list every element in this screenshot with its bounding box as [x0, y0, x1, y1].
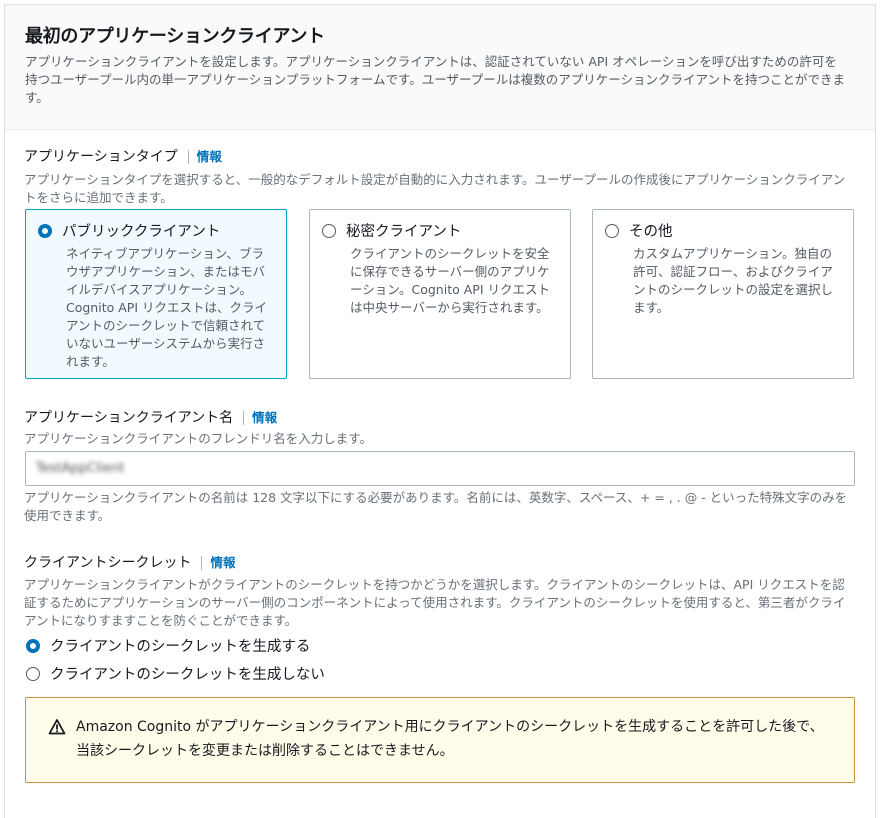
client-name-section: アプリケーションクライアント名 情報 アプリケーションクライアントのフレンドリ名…	[24, 408, 856, 448]
radio-confidential-client[interactable]	[322, 223, 336, 238]
warning-alert: Amazon Cognito がアプリケーションクライアント用にクライアントのシ…	[25, 697, 855, 783]
info-separator	[187, 150, 189, 164]
client-name-input[interactable]: TestAppClient	[25, 451, 855, 486]
client-secret-label: クライアントシークレット	[24, 555, 192, 571]
panel-header: 最初のアプリケーションクライアント アプリケーションクライアントを設定します。ア…	[5, 5, 875, 130]
client-name-info-link[interactable]: 情報	[252, 408, 277, 428]
tile-confidential-client[interactable]: 秘密クライアント クライアントのシークレットを安全に保存できるサーバー側のアプリ…	[309, 209, 571, 379]
app-type-label: アプリケーションタイプ	[24, 149, 178, 165]
client-name-label: アプリケーションクライアント名	[24, 410, 234, 426]
client-name-description: アプリケーションクライアントのフレンドリ名を入力します。	[24, 431, 373, 446]
client-secret-info-link[interactable]: 情報	[210, 553, 235, 573]
app-type-tiles: パブリッククライアント ネイティブアプリケーション、ブラウザアプリケーション、ま…	[25, 209, 855, 381]
app-type-description: アプリケーションタイプを選択すると、一般的なデフォルト設定が自動的に入力されます…	[24, 172, 846, 205]
warning-text: Amazon Cognito がアプリケーションクライアント用にクライアントのシ…	[76, 719, 824, 759]
radio-generate-secret[interactable]	[26, 638, 40, 653]
tile-description: ネイティブアプリケーション、ブラウザアプリケーション、またはモバイルデバイスアプ…	[66, 246, 267, 369]
warning-triangle-icon	[48, 719, 66, 735]
option-no-secret[interactable]: クライアントのシークレットを生成しない	[26, 663, 325, 684]
panel-title: 最初のアプリケーションクライアント	[25, 26, 325, 47]
app-type-section: アプリケーションタイプ 情報 アプリケーションタイプを選択すると、一般的なデフォ…	[24, 147, 856, 207]
client-name-constraint: アプリケーションクライアントの名前は 128 文字以下にする必要があります。名前…	[24, 490, 848, 523]
tile-title: 秘密クライアント	[346, 224, 462, 240]
tile-title: その他	[629, 224, 673, 240]
app-type-info-link[interactable]: 情報	[197, 147, 222, 167]
tile-title: パブリッククライアント	[62, 224, 221, 240]
client-secret-description: アプリケーションクライアントがクライアントのシークレットを持つかどうかを選択しま…	[24, 577, 846, 628]
option-label: クライアントのシークレットを生成しない	[50, 667, 325, 683]
info-separator	[201, 556, 203, 570]
panel-description: アプリケーションクライアントを設定します。アプリケーションクライアントは、認証さ…	[25, 54, 846, 105]
client-name-value: TestAppClient	[36, 461, 125, 476]
client-secret-section: クライアントシークレット 情報 アプリケーションクライアントがクライアントのシー…	[24, 553, 856, 630]
tile-public-client[interactable]: パブリッククライアント ネイティブアプリケーション、ブラウザアプリケーション、ま…	[25, 209, 287, 379]
info-separator	[243, 411, 245, 425]
tile-description: クライアントのシークレットを安全に保存できるサーバー側のアプリケーション。Cog…	[350, 246, 550, 315]
radio-no-secret[interactable]	[26, 666, 40, 681]
option-generate-secret[interactable]: クライアントのシークレットを生成する	[26, 635, 310, 656]
radio-public-client[interactable]	[38, 223, 52, 238]
option-label: クライアントのシークレットを生成する	[50, 639, 311, 655]
radio-other[interactable]	[605, 223, 619, 238]
tile-description: カスタムアプリケーション。独自の許可、認証フロー、およびクライアントのシークレッ…	[633, 246, 834, 315]
tile-other[interactable]: その他 カスタムアプリケーション。独自の許可、認証フロー、およびクライアントのシ…	[592, 209, 854, 379]
